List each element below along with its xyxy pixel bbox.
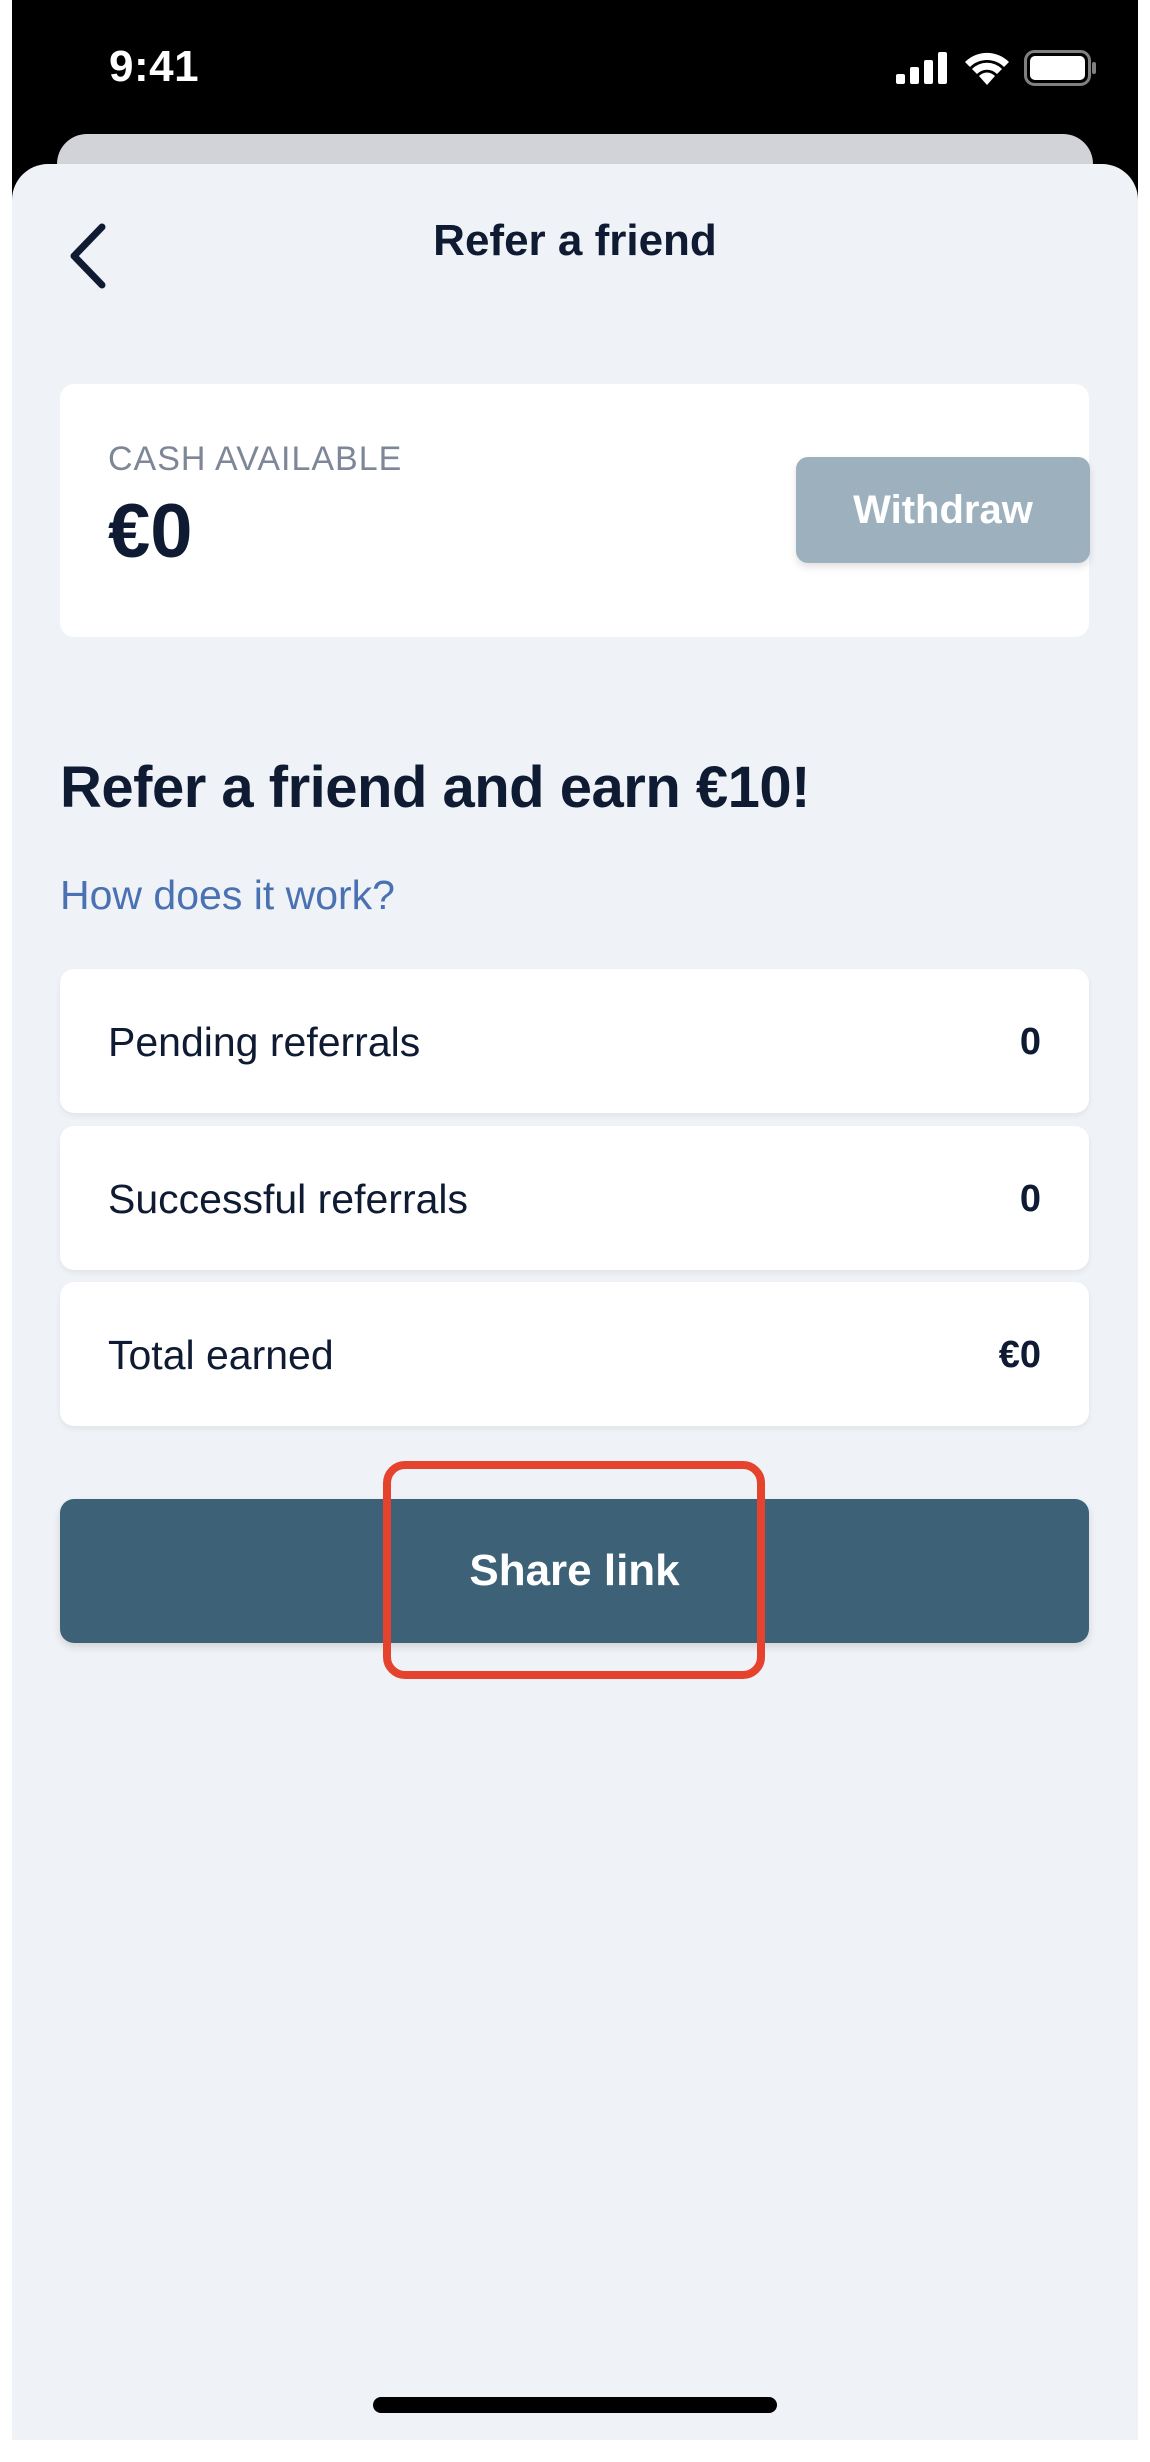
modal-sheet: Refer a friend CASH AVAILABLE €0 Withdra… bbox=[12, 164, 1138, 2440]
cellular-signal-icon bbox=[896, 52, 947, 84]
stat-value: 0 bbox=[1019, 1178, 1041, 1220]
stat-row-pending-referrals: Pending referrals 0 bbox=[60, 969, 1089, 1113]
cash-available-card: CASH AVAILABLE €0 Withdraw bbox=[60, 384, 1090, 637]
withdraw-button[interactable]: Withdraw bbox=[796, 457, 1090, 563]
page-title: Refer a friend bbox=[433, 216, 717, 265]
promo-heading: Refer a friend and earn €10! bbox=[60, 755, 810, 820]
share-link-button[interactable]: Share link bbox=[60, 1499, 1089, 1643]
wifi-icon bbox=[965, 52, 1009, 85]
status-icons bbox=[896, 50, 1098, 86]
how-does-it-work-link[interactable]: How does it work? bbox=[60, 872, 395, 919]
home-indicator bbox=[373, 2397, 777, 2413]
cash-available-label: CASH AVAILABLE bbox=[108, 440, 403, 478]
stat-value: 0 bbox=[1019, 1021, 1041, 1063]
status-bar: 9:41 bbox=[12, 0, 1138, 135]
battery-icon bbox=[1024, 50, 1096, 86]
phone-screen: 9:41 Refer a friend CASH AVAILABLE €0 Wi… bbox=[12, 0, 1138, 2440]
stat-label: Pending referrals bbox=[108, 1019, 421, 1065]
status-time: 9:41 bbox=[109, 42, 200, 91]
stat-label: Total earned bbox=[108, 1332, 334, 1378]
stat-row-successful-referrals: Successful referrals 0 bbox=[60, 1126, 1089, 1270]
cash-available-value: €0 bbox=[108, 489, 193, 574]
stat-label: Successful referrals bbox=[108, 1176, 469, 1222]
stat-value: €0 bbox=[998, 1334, 1041, 1376]
stat-row-total-earned: Total earned €0 bbox=[60, 1282, 1089, 1426]
